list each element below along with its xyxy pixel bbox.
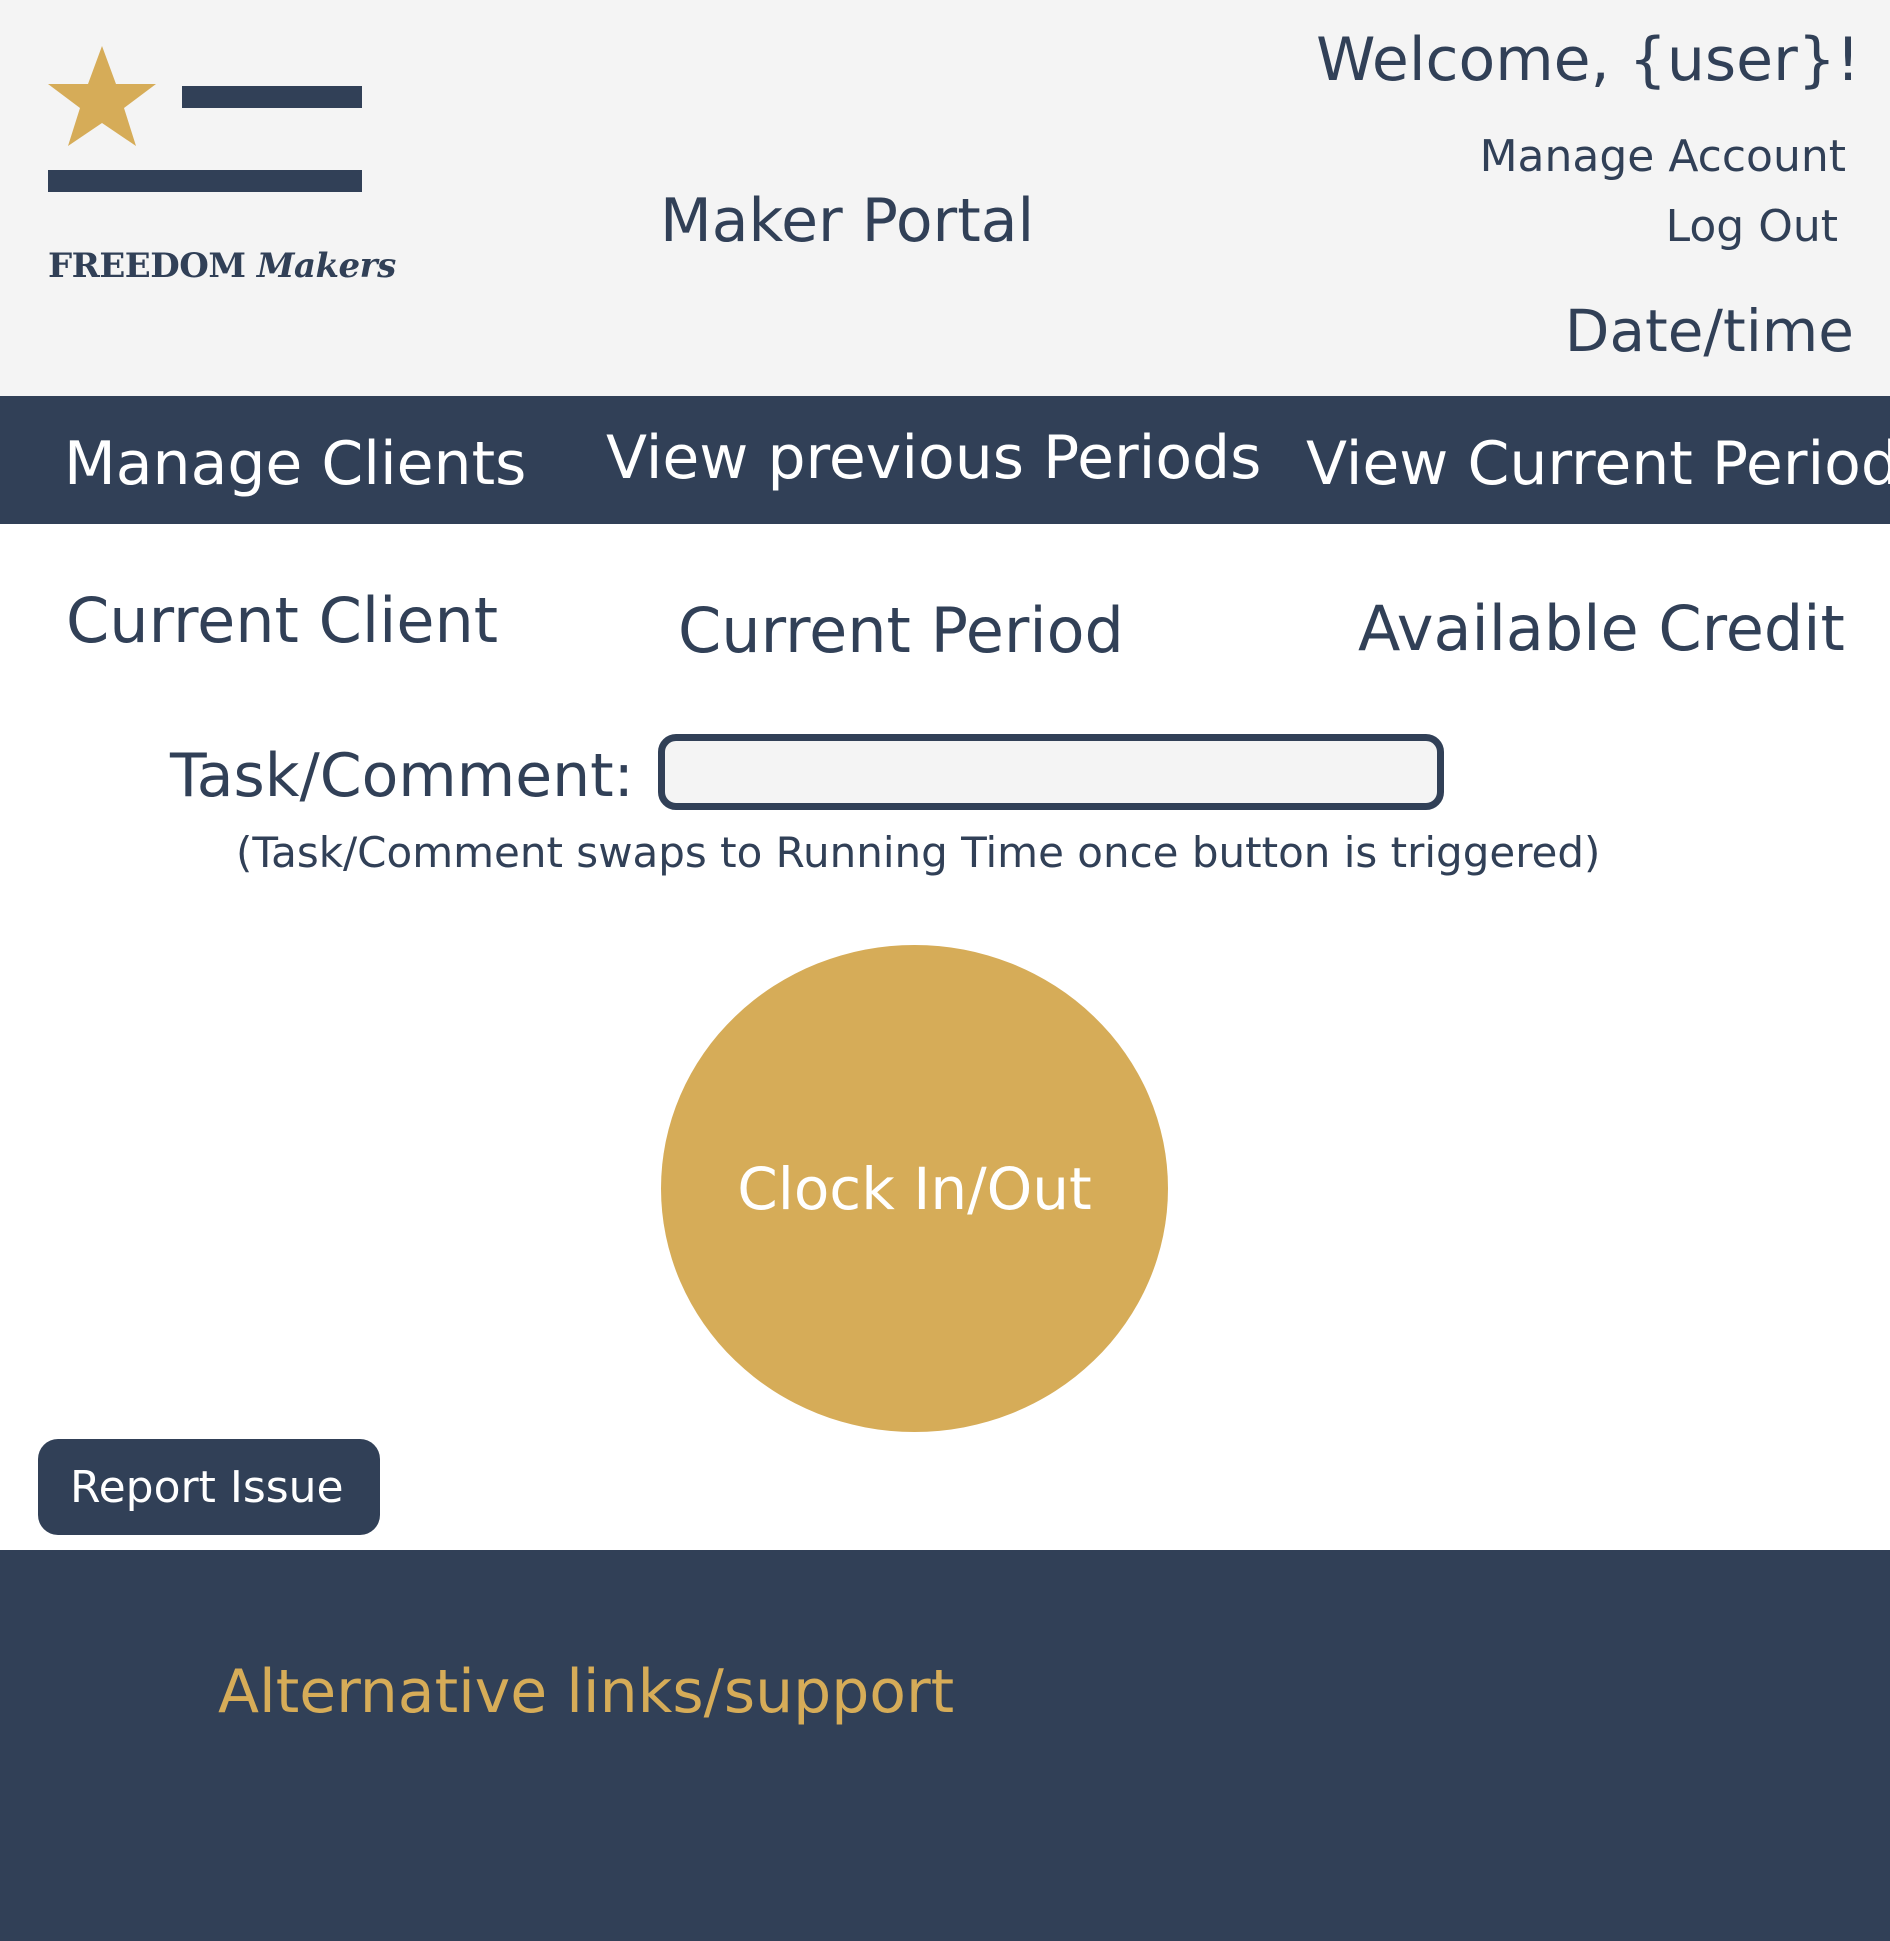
logo-wordmark: FREEDOM Makers (48, 246, 396, 286)
manage-account-link[interactable]: Manage Account (1480, 130, 1846, 184)
current-client-label: Current Client (66, 584, 499, 657)
star-icon (48, 46, 156, 146)
log-out-link[interactable]: Log Out (1666, 200, 1838, 254)
current-period-label: Current Period (678, 594, 1124, 667)
star-flag-icon (48, 46, 362, 192)
task-comment-hint: (Task/Comment swaps to Running Time once… (236, 828, 1601, 877)
footer: Alternative links/support (0, 1550, 1890, 1941)
logo-text-main: FREEDOM (48, 246, 246, 286)
page-title: Maker Portal (660, 186, 1035, 256)
main-nav: Manage Clients View previous Periods Vie… (0, 396, 1890, 524)
clock-in-out-label: Clock In/Out (737, 1154, 1092, 1223)
clock-in-out-button[interactable]: Clock In/Out (661, 945, 1168, 1432)
header: FREEDOM Makers Maker Portal Welcome, {us… (0, 0, 1890, 396)
flag-stripe-bottom (48, 170, 362, 192)
flag-stripe-top (182, 86, 362, 108)
nav-view-current-period[interactable]: View Current Period (1306, 428, 1890, 500)
logo-text-accent: Makers (256, 246, 396, 286)
report-issue-button[interactable]: Report Issue (38, 1439, 380, 1535)
date-time-display: Date/time (1564, 297, 1854, 365)
available-credit-label: Available Credit (1358, 592, 1845, 665)
task-comment-label: Task/Comment: (170, 741, 634, 811)
nav-manage-clients[interactable]: Manage Clients (64, 428, 526, 500)
welcome-message: Welcome, {user}! (1316, 25, 1860, 95)
alternative-links-support-link[interactable]: Alternative links/support (218, 1656, 954, 1728)
freedom-makers-logo[interactable]: FREEDOM Makers (44, 42, 396, 302)
nav-view-previous-periods[interactable]: View previous Periods (606, 422, 1261, 494)
task-comment-input[interactable] (658, 734, 1444, 810)
